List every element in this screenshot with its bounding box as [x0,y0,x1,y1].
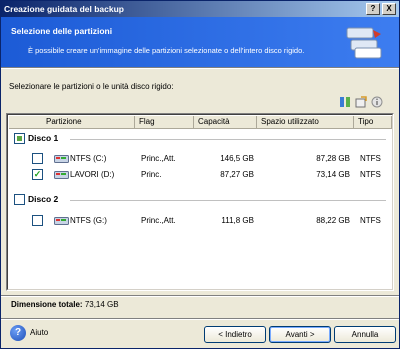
help-link[interactable]: Aiuto [30,328,48,337]
partition-type: NTFS [360,216,381,225]
disk-2-label: Disco 2 [28,194,59,204]
partition-list-frame: Partizione Flag Capacità Spazio utilizza… [7,114,393,290]
column-capacity[interactable]: Capacità [194,116,257,129]
partition-type: NTFS [360,154,381,163]
partition-flag: Princ.,Att. [141,154,176,163]
partition-capacity: 87,27 GB [220,170,254,179]
wizard-window: Creazione guidata del backup ? X Selezio… [0,0,400,349]
column-type[interactable]: Tipo [354,116,392,129]
column-flag[interactable]: Flag [135,116,194,129]
partition-checkbox[interactable]: ✓ [32,169,43,180]
partition-capacity: 146,5 GB [220,154,254,163]
drive-icon [54,217,69,225]
partition-flag: Princ. [141,170,162,179]
list-separator [1,295,399,297]
total-size: Dimensione totale: 73,14 GB [11,300,119,309]
partition-used: 87,28 GB [316,154,350,163]
backup-drives-icon [346,27,382,59]
disk-group-1[interactable]: Disco 1 [10,132,390,146]
drive-icon [54,155,69,163]
partition-checkbox[interactable] [32,153,43,164]
columns-icon[interactable] [339,96,351,108]
disk-2-divider [70,200,386,201]
partition-flag: Princ.,Att. [141,216,176,225]
title-help-button[interactable]: ? [366,3,380,15]
header-title: Selezione delle partizioni [11,26,113,36]
help-icon[interactable]: ? [10,325,26,341]
total-size-label: Dimensione totale: [11,300,83,309]
disk-group-2[interactable]: Disco 2 [10,193,390,207]
partition-name: NTFS (G:) [70,216,107,225]
column-partition[interactable]: Partizione [9,116,135,129]
cancel-button[interactable]: Annulla [334,326,396,343]
footer-separator [1,318,399,320]
disk-1-label: Disco 1 [28,133,59,143]
total-size-value: 73,14 GB [84,300,119,309]
info-icon[interactable] [371,96,383,108]
partition-name: LAVORI (D:) [70,170,115,179]
title-bar: Creazione guidata del backup ? X [1,1,399,17]
properties-icon[interactable] [355,96,367,108]
header-separator [1,67,399,69]
list-toolbar [339,96,383,109]
header-subtitle: È possibile creare un'immagine delle par… [28,46,305,55]
partition-checkbox[interactable] [32,215,43,226]
wizard-header: Selezione delle partizioni È possibile c… [1,17,399,67]
partition-list: Partizione Flag Capacità Spazio utilizza… [6,113,394,291]
disk-1-checkbox[interactable] [14,133,25,144]
partition-capacity: 111,8 GB [221,216,254,225]
title-close-button[interactable]: X [382,3,396,15]
next-button[interactable]: Avanti > [269,326,331,343]
partition-row[interactable]: NTFS (C:) Princ.,Att. 146,5 GB 87,28 GB … [10,152,392,166]
partition-type: NTFS [360,170,381,179]
instruction-label: Selezionare le partizioni o le unità dis… [9,82,174,91]
partition-row[interactable]: NTFS (G:) Princ.,Att. 111,8 GB 88,22 GB … [10,214,392,228]
disk-2-checkbox[interactable] [14,194,25,205]
disk-1-divider [70,139,386,140]
partition-row[interactable]: ✓ LAVORI (D:) Princ. 87,27 GB 73,14 GB N… [10,168,392,182]
column-used-space[interactable]: Spazio utilizzato [257,116,354,129]
partition-name: NTFS (C:) [70,154,107,163]
back-button[interactable]: < Indietro [204,326,266,343]
drive-icon [54,171,69,179]
window-title: Creazione guidata del backup [4,4,124,14]
partition-used: 73,14 GB [316,170,350,179]
partition-used: 88,22 GB [316,216,350,225]
